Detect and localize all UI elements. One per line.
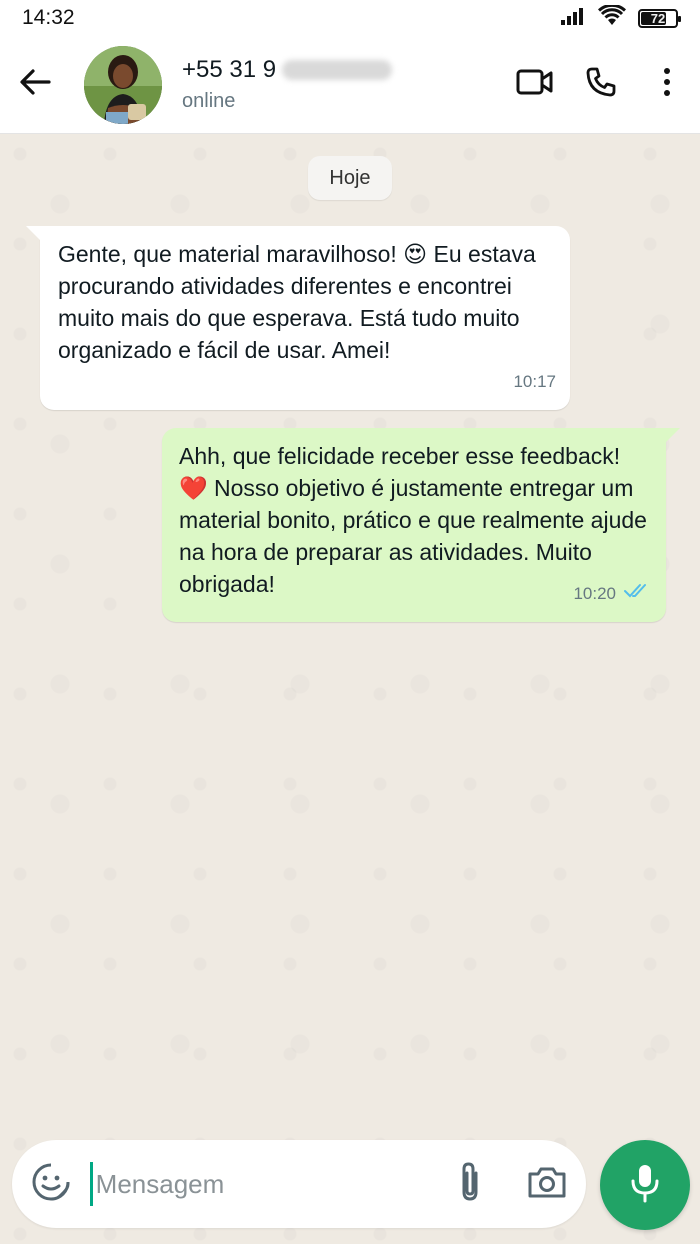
- double-check-icon: [624, 578, 652, 610]
- status-bar: 14:32 72: [0, 0, 700, 36]
- message-time: 10:20: [573, 578, 652, 610]
- sticker-button[interactable]: [12, 1140, 90, 1228]
- back-arrow-icon: [19, 68, 51, 101]
- status-time: 14:32: [22, 6, 75, 29]
- more-options-icon: [663, 67, 671, 102]
- message-timestamp: 10:20: [573, 584, 616, 603]
- message-timestamp: 10:17: [513, 372, 556, 391]
- attach-icon: [456, 1161, 484, 1208]
- message-time: 10:17: [513, 366, 556, 398]
- message-composer: [12, 1140, 586, 1228]
- chat-header: +55 31 9 online: [0, 36, 700, 134]
- redacted-number: [282, 60, 393, 80]
- battery-level: 72: [650, 10, 666, 26]
- video-call-icon: [516, 68, 554, 101]
- message-text: Gente, que material maravilhoso! 😍 Eu es…: [58, 241, 536, 363]
- camera-button[interactable]: [508, 1140, 586, 1228]
- header-actions: [502, 36, 700, 134]
- chat-area[interactable]: Hoje Gente, que material maravilhoso! 😍 …: [0, 134, 700, 1244]
- date-divider: Hoje: [308, 156, 392, 200]
- signal-icon: [560, 6, 586, 31]
- attach-button[interactable]: [431, 1140, 509, 1228]
- back-button[interactable]: [0, 36, 70, 134]
- more-options-button[interactable]: [634, 36, 700, 134]
- contact-info[interactable]: +55 31 9 online: [182, 56, 393, 113]
- status-icons: 72: [560, 3, 681, 32]
- sticker-icon: [31, 1162, 71, 1207]
- contact-status: online: [182, 90, 236, 112]
- voice-message-button[interactable]: [600, 1140, 690, 1230]
- message-text: Ahh, que felicidade receber esse feedbac…: [179, 443, 647, 597]
- message-outgoing[interactable]: Ahh, que felicidade receber esse feedbac…: [162, 428, 680, 622]
- mic-icon: [629, 1163, 661, 1208]
- phone-icon: [585, 66, 617, 103]
- avatar[interactable]: [84, 45, 162, 124]
- battery-indicator: 72: [638, 8, 681, 28]
- wifi-icon: [597, 3, 627, 32]
- contact-number: +55 31 9: [182, 56, 277, 83]
- message-incoming[interactable]: Gente, que material maravilhoso! 😍 Eu es…: [26, 226, 570, 410]
- contact-name: +55 31 9: [182, 56, 393, 84]
- voice-call-button[interactable]: [568, 36, 634, 134]
- video-call-button[interactable]: [502, 36, 568, 134]
- message-input[interactable]: [89, 1162, 431, 1206]
- camera-icon: [527, 1165, 567, 1204]
